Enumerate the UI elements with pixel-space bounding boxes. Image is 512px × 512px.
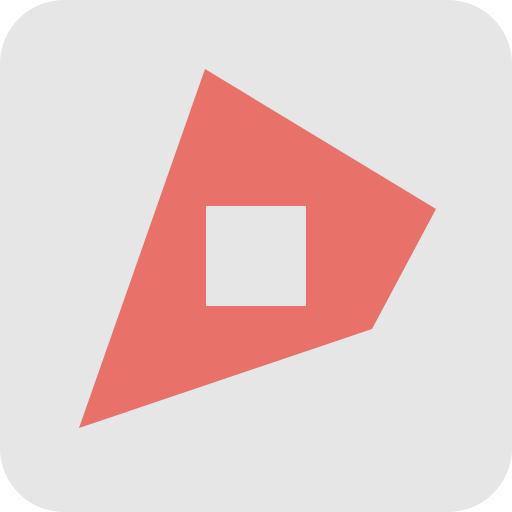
app-icon-tile xyxy=(0,0,512,512)
kite-center-square xyxy=(206,206,306,306)
kite-logo-icon xyxy=(0,0,512,512)
